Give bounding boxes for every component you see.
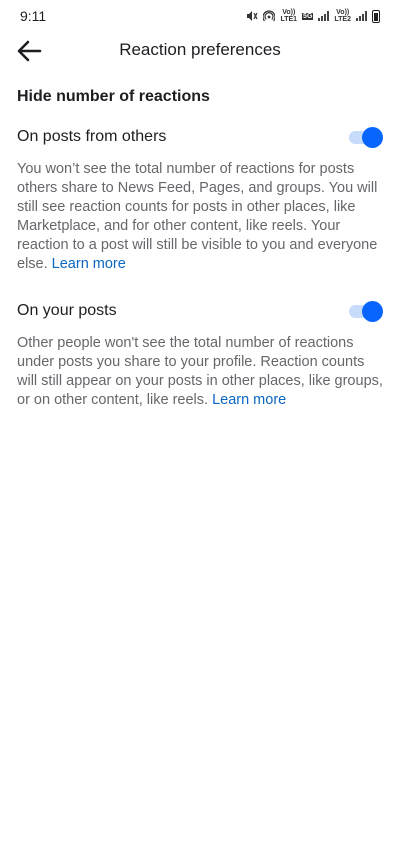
section-heading: Hide number of reactions: [17, 88, 210, 105]
battery-icon: [372, 9, 380, 23]
status-icons: Vo)) LTE1 5G Vo)) LTE2: [246, 9, 380, 23]
setting-description-yours: Other people won't see the total number …: [17, 335, 383, 408]
network-type: 5G: [302, 12, 314, 20]
app-bar: Reaction preferences: [0, 32, 400, 70]
signal-sim2-icon: [356, 11, 367, 21]
mute-icon: [247, 11, 258, 21]
setting-row-others[interactable]: On posts from others: [17, 125, 383, 149]
setting-block-others: On posts from others You won’t see the t…: [17, 125, 383, 274]
setting-label-others: On posts from others: [17, 128, 167, 145]
setting-label-yours: On your posts: [17, 302, 117, 319]
status-bar: 9:11 Vo)) LTE1 5G Vo)) LTE2: [0, 0, 400, 32]
setting-row-yours[interactable]: On your posts: [17, 299, 383, 323]
setting-description-others: You won’t see the total number of reacti…: [17, 161, 378, 272]
learn-more-link-others[interactable]: Learn more: [52, 256, 126, 272]
toggle-posts-from-others[interactable]: [347, 127, 383, 148]
volte-sim2: Vo)) LTE2: [334, 9, 351, 23]
signal-sim1-icon: [318, 11, 330, 21]
toggle-your-posts[interactable]: [347, 301, 383, 322]
page-title: Reaction preferences: [119, 40, 281, 59]
learn-more-link-yours[interactable]: Learn more: [212, 392, 286, 408]
setting-block-yours: On your posts Other people won't see the…: [17, 299, 383, 410]
volte-sim1: Vo)) LTE1: [280, 9, 298, 23]
toggle-thumb: [362, 301, 383, 322]
toggle-thumb: [362, 127, 383, 148]
hotspot-icon: [263, 10, 276, 22]
settings-content: Hide number of reactions On posts from o…: [17, 88, 383, 435]
status-time: 9:11: [20, 8, 47, 24]
